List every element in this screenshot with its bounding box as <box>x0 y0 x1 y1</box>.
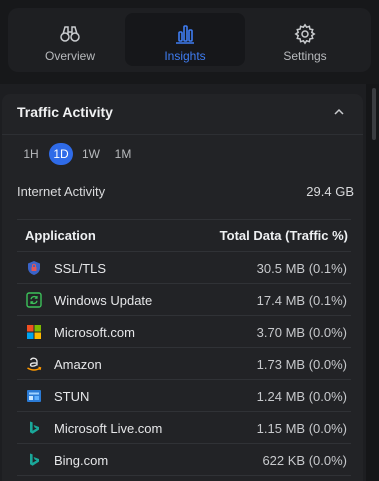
app-total-data: 3.70 MB (0.0%) <box>256 325 347 340</box>
internet-activity-label: Internet Activity <box>17 184 106 199</box>
gear-icon <box>294 23 316 45</box>
bing-logo-icon <box>30 421 39 434</box>
app-name: SSL/TLS <box>54 261 107 276</box>
card-divider <box>2 134 363 135</box>
bing-logo-icon <box>30 453 39 466</box>
table-top-divider <box>17 219 351 220</box>
shield-icon <box>28 261 40 275</box>
table-row[interactable]: Bing.com 622 KB (0.0%) <box>17 444 351 476</box>
app-total-data: 1.24 MB (0.0%) <box>256 389 347 404</box>
tab-settings[interactable]: Settings <box>245 13 365 66</box>
table-row[interactable]: STUN 1.24 MB (0.0%) <box>17 380 351 412</box>
range-1h[interactable]: 1H <box>19 143 43 165</box>
app-name: Bing.com <box>54 453 109 468</box>
tab-overview[interactable]: Overview <box>10 13 130 66</box>
app-total-data: 622 KB (0.0%) <box>262 453 347 468</box>
app-total-data: 30.5 MB (0.1%) <box>256 261 347 276</box>
table-row[interactable]: Microsoft Live.com 1.15 MB (0.0%) <box>17 412 351 444</box>
table-row[interactable]: Amazon 1.73 MB (0.0%) <box>17 348 351 380</box>
range-1m[interactable]: 1M <box>110 143 136 165</box>
table-row[interactable]: Windows Update 17.4 MB (0.1%) <box>17 284 351 316</box>
table-row[interactable]: SSL/TLS 30.5 MB (0.1%) <box>17 252 351 284</box>
row-divider <box>17 475 351 476</box>
internet-activity-value: 29.4 GB <box>306 184 354 199</box>
binoculars-icon <box>60 26 80 42</box>
chevron-up-icon[interactable] <box>330 103 348 121</box>
microsoft-logo-icon <box>27 325 41 339</box>
tab-insights-label: Insights <box>164 49 206 63</box>
update-icon <box>26 292 42 308</box>
range-1w[interactable]: 1W <box>79 143 103 165</box>
app-total-data: 17.4 MB (0.1%) <box>256 293 347 308</box>
app-name: Microsoft Live.com <box>54 421 163 436</box>
column-header-total-data[interactable]: Total Data (Traffic %) <box>190 228 348 243</box>
app-name: Amazon <box>54 357 102 372</box>
bar-chart-icon <box>176 25 194 44</box>
app-name: Windows Update <box>54 293 153 308</box>
tab-bar: Overview Insights Settings <box>8 8 371 72</box>
column-header-application[interactable]: Application <box>25 228 96 243</box>
app-total-data: 1.73 MB (0.0%) <box>256 357 347 372</box>
app-total-data: 1.15 MB (0.0%) <box>256 421 347 436</box>
app-name: Microsoft.com <box>54 325 135 340</box>
app-name: STUN <box>54 389 90 404</box>
card-title: Traffic Activity <box>17 104 113 120</box>
amazon-logo-icon <box>27 357 42 371</box>
tab-settings-label: Settings <box>283 49 327 63</box>
tab-insights[interactable]: Insights <box>125 13 245 66</box>
range-1d[interactable]: 1D <box>49 143 73 165</box>
table-row[interactable]: Microsoft.com 3.70 MB (0.0%) <box>17 316 351 348</box>
top-navigation: Overview Insights Settings <box>0 0 379 84</box>
tab-overview-label: Overview <box>44 49 95 63</box>
scrollbar-thumb[interactable] <box>372 88 376 140</box>
stun-icon <box>27 390 41 402</box>
